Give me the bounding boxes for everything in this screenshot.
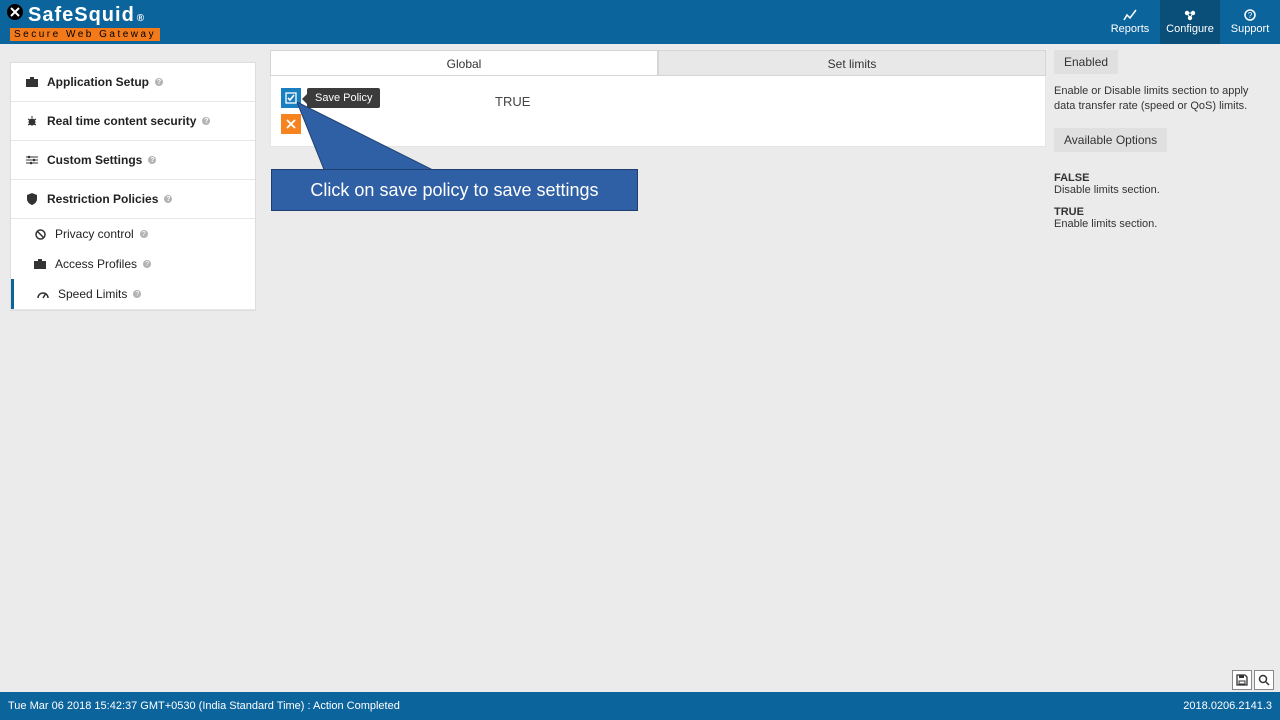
tabs: Global Set limits	[270, 50, 1046, 76]
brand-name: SafeSquid	[28, 4, 135, 27]
sidebar-item-custom-settings[interactable]: Custom Settings ?	[11, 141, 255, 180]
sidebar-item-label: Privacy control	[55, 227, 134, 241]
brand-tagline: Secure Web Gateway	[6, 28, 164, 41]
sidebar-item-label: Speed Limits	[58, 287, 127, 301]
help-dot-icon: ?	[140, 230, 148, 238]
sliders-icon	[25, 153, 39, 167]
svg-text:?: ?	[1248, 11, 1253, 20]
tab-set-limits[interactable]: Set limits	[658, 50, 1046, 75]
option-true-desc: Enable limits section.	[1054, 218, 1272, 230]
sidebar-item-label: Restriction Policies	[47, 192, 158, 206]
brand-registered: ®	[137, 13, 145, 24]
sidebar-sub-speed-limits[interactable]: Speed Limits ?	[11, 279, 255, 309]
save-icon-button[interactable]	[1232, 670, 1252, 690]
search-icon-button[interactable]	[1254, 670, 1274, 690]
sidebar-item-label: Access Profiles	[55, 257, 137, 271]
instruction-callout: Click on save policy to save settings	[271, 169, 638, 211]
sidebar: Application Setup ? Real time content se…	[10, 62, 256, 311]
tab-global[interactable]: Global	[270, 50, 658, 75]
nav-support[interactable]: ? Support	[1220, 0, 1280, 44]
enabled-value: TRUE	[495, 94, 530, 109]
help-dot-icon: ?	[155, 78, 163, 86]
help-dot-icon: ?	[164, 195, 172, 203]
nav-configure-label: Configure	[1166, 23, 1214, 35]
cancel-button[interactable]	[281, 114, 301, 134]
option-false-desc: Disable limits section.	[1054, 184, 1272, 196]
sidebar-item-restriction-policies[interactable]: Restriction Policies ?	[11, 180, 255, 219]
content-row: Save Policy TRUE	[270, 76, 1046, 147]
bug-icon	[25, 114, 39, 128]
ban-icon	[33, 227, 47, 241]
nav-configure[interactable]: Configure	[1160, 0, 1220, 44]
sidebar-sub-access-profiles[interactable]: Access Profiles ?	[11, 249, 255, 279]
enabled-description: Enable or Disable limits section to appl…	[1054, 84, 1272, 114]
save-policy-tooltip: Save Policy	[307, 88, 380, 108]
help-dot-icon: ?	[133, 290, 141, 298]
shield-icon	[25, 192, 39, 206]
footer-status: Tue Mar 06 2018 15:42:37 GMT+0530 (India…	[8, 700, 400, 712]
option-true-title: TRUE	[1054, 206, 1272, 218]
briefcase-icon	[25, 75, 39, 89]
sidebar-item-realtime-security[interactable]: Real time content security ?	[11, 102, 255, 141]
sidebar-item-application-setup[interactable]: Application Setup ?	[11, 63, 255, 102]
gauge-icon	[36, 287, 50, 301]
top-bar: SafeSquid ® Secure Web Gateway Reports C…	[0, 0, 1280, 44]
help-dot-icon: ?	[143, 260, 151, 268]
sidebar-sub-privacy-control[interactable]: Privacy control ?	[11, 219, 255, 249]
callout-text: Click on save policy to save settings	[310, 180, 598, 201]
nav-reports[interactable]: Reports	[1100, 0, 1160, 44]
nav-reports-label: Reports	[1111, 23, 1150, 35]
available-options-label: Available Options	[1054, 128, 1167, 152]
footer-version: 2018.0206.2141.3	[1183, 700, 1272, 712]
brand-title: SafeSquid ®	[6, 3, 164, 27]
save-policy-button[interactable]	[281, 88, 301, 108]
sidebar-item-label: Application Setup	[47, 75, 149, 89]
sidebar-item-label: Real time content security	[47, 114, 196, 128]
right-help-panel: Enabled Enable or Disable limits section…	[1054, 50, 1272, 692]
footer-utility-icons	[1232, 670, 1274, 690]
sidebar-item-label: Custom Settings	[47, 153, 142, 167]
help-dot-icon: ?	[148, 156, 156, 164]
top-nav: Reports Configure ? Support	[1100, 0, 1280, 44]
brand-block: SafeSquid ® Secure Web Gateway	[6, 3, 164, 41]
main-panel: Global Set limits Save Policy TRUE Click…	[270, 50, 1046, 692]
footer-bar: Tue Mar 06 2018 15:42:37 GMT+0530 (India…	[0, 692, 1280, 720]
enabled-label: Enabled	[1054, 50, 1118, 74]
briefcase-icon	[33, 257, 47, 271]
brand-logo-icon	[6, 3, 24, 21]
help-dot-icon: ?	[202, 117, 210, 125]
nav-support-label: Support	[1231, 23, 1270, 35]
option-false-title: FALSE	[1054, 172, 1272, 184]
